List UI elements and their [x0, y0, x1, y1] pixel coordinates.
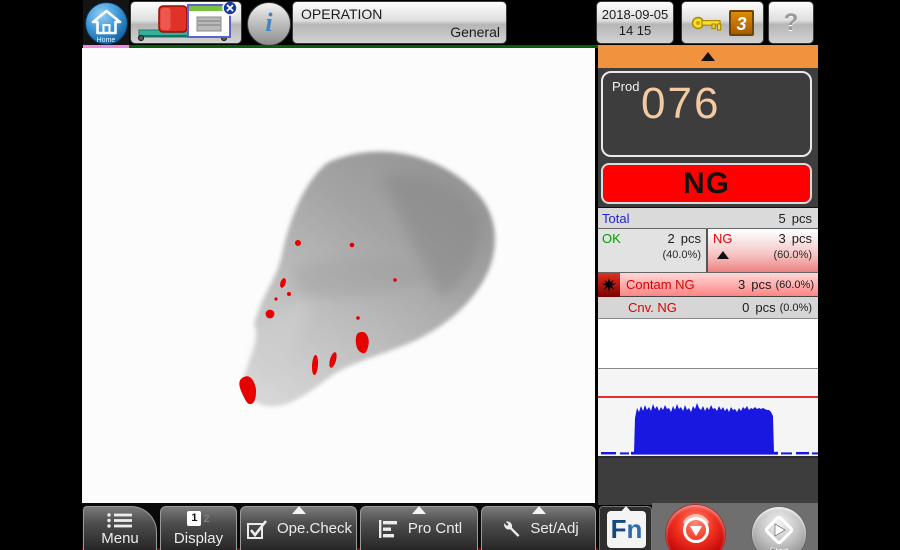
info-icon: i [265, 8, 273, 37]
conveyor-reject-icon [137, 0, 238, 42]
menu-list-icon [107, 513, 132, 528]
machine-status-button[interactable] [130, 0, 242, 44]
product-number: 076 [641, 79, 721, 128]
ok-ng-row: OK 2 pcs (40.0%) NG 3 pcs (60.0%) [598, 229, 818, 273]
ok-value: 2 [667, 231, 675, 246]
time-text: 14 15 [618, 22, 652, 38]
start-icon [764, 515, 794, 545]
stop-button[interactable]: Stop [666, 505, 725, 550]
ng-value: 3 [778, 231, 786, 246]
total-unit: pcs [791, 210, 812, 226]
contam-label: Contam NG [626, 277, 695, 292]
ng-label: NG [713, 231, 733, 246]
xray-product-image [239, 151, 495, 407]
page-title: OPERATION [301, 6, 383, 22]
cnv-unit: pcs [755, 300, 776, 315]
ok-cell: OK 2 pcs (40.0%) [598, 229, 708, 272]
help-icon: ? [783, 9, 799, 36]
panel-collapse-bar[interactable] [598, 45, 818, 68]
cnv-ng-row: Cnv. NG 0 pcs (0.0%) [598, 297, 818, 319]
close-badge-icon [222, 0, 238, 16]
pro-cntl-button-label: Pro Cntl [407, 520, 463, 537]
access-level-badge: 3 [729, 9, 754, 36]
info-button[interactable]: i [247, 2, 291, 46]
fn-button[interactable]: Fn [599, 506, 652, 550]
page-subtitle: General [450, 24, 500, 40]
contam-iconbox [598, 272, 620, 297]
ok-label: OK [602, 231, 621, 246]
ope-check-button[interactable]: Ope.Check [240, 506, 357, 550]
judgement-text: NG [683, 166, 730, 200]
set-adj-button[interactable]: Set/Adj [481, 506, 596, 550]
burst-icon [601, 277, 617, 292]
wrench-icon [504, 520, 520, 537]
screen-title-panel: OPERATION General [292, 1, 507, 44]
cnv-value: 0 [742, 300, 750, 315]
total-label: Total [602, 210, 630, 226]
ng-cell[interactable]: NG 3 pcs (60.0%) [708, 229, 818, 272]
display-button-label: Display [173, 530, 224, 547]
display-button[interactable]: 1 2 Display [160, 506, 237, 550]
bars-icon [378, 519, 397, 538]
start-button-label: Start [752, 546, 806, 550]
display-page-1-badge: 1 [187, 511, 202, 526]
result-panel: Prod 076 NG Total 5 pcs OK 2 pcs (40.0%)… [598, 45, 818, 505]
start-button[interactable]: Start [752, 507, 806, 550]
contam-ng-row: Contam NG 3 pcs (60.0%) [598, 272, 818, 297]
xray-inspection-screen: Home i OPERATION General 2018-09-05 14 1… [0, 0, 900, 550]
set-adj-arrow-icon [531, 506, 546, 514]
ng-percent: (60.0%) [773, 249, 812, 261]
home-button-label: Home [96, 37, 116, 44]
home-button[interactable]: Home [83, 0, 129, 45]
access-level-button[interactable]: 3 [681, 1, 764, 44]
stop-icon [682, 514, 709, 543]
checkbox-icon [246, 519, 267, 539]
signal-graph [598, 369, 818, 458]
pro-cntl-arrow-icon [412, 506, 426, 514]
ope-check-arrow-icon [291, 506, 306, 514]
datetime-display: 2018-09-05 14 15 [596, 1, 674, 44]
fn-icon: Fn [607, 511, 646, 548]
cnv-percent: (0.0%) [779, 301, 812, 314]
collapse-arrow-icon [701, 52, 715, 61]
statistics-table: Total 5 pcs OK 2 pcs (40.0%) NG 3 pcs (6… [598, 207, 818, 458]
display-page-badges: 1 2 [161, 511, 236, 526]
xray-image-view[interactable] [82, 48, 595, 503]
ok-percent: (40.0%) [662, 249, 701, 261]
date-text: 2018-09-05 [601, 6, 669, 22]
help-button[interactable]: ? [768, 1, 814, 44]
ok-unit: pcs [680, 231, 701, 246]
display-page-2-badge: 2 [203, 512, 210, 525]
judgement-banner: NG [601, 163, 812, 204]
cnv-label: Cnv. NG [628, 300, 677, 315]
pro-cntl-button[interactable]: Pro Cntl [360, 506, 478, 550]
total-row: Total 5 pcs [598, 207, 818, 229]
ope-check-button-label: Ope.Check [276, 520, 353, 537]
contam-unit: pcs [751, 277, 772, 292]
product-label: Prod [612, 79, 640, 94]
product-number-panel[interactable]: Prod 076 [601, 71, 812, 157]
set-adj-button-label: Set/Adj [530, 520, 579, 537]
contam-percent: (60.0%) [775, 278, 814, 291]
menu-button-label: Menu [101, 530, 139, 547]
ng-expand-arrow-icon [717, 251, 729, 259]
key-icon [691, 16, 722, 31]
product-blob [243, 151, 495, 407]
menu-button[interactable]: Menu [83, 506, 157, 550]
empty-result-box [598, 319, 818, 369]
contam-value: 3 [738, 277, 746, 292]
signal-waveform [601, 403, 818, 455]
ng-unit: pcs [791, 231, 812, 246]
total-value: 5 [778, 210, 786, 226]
